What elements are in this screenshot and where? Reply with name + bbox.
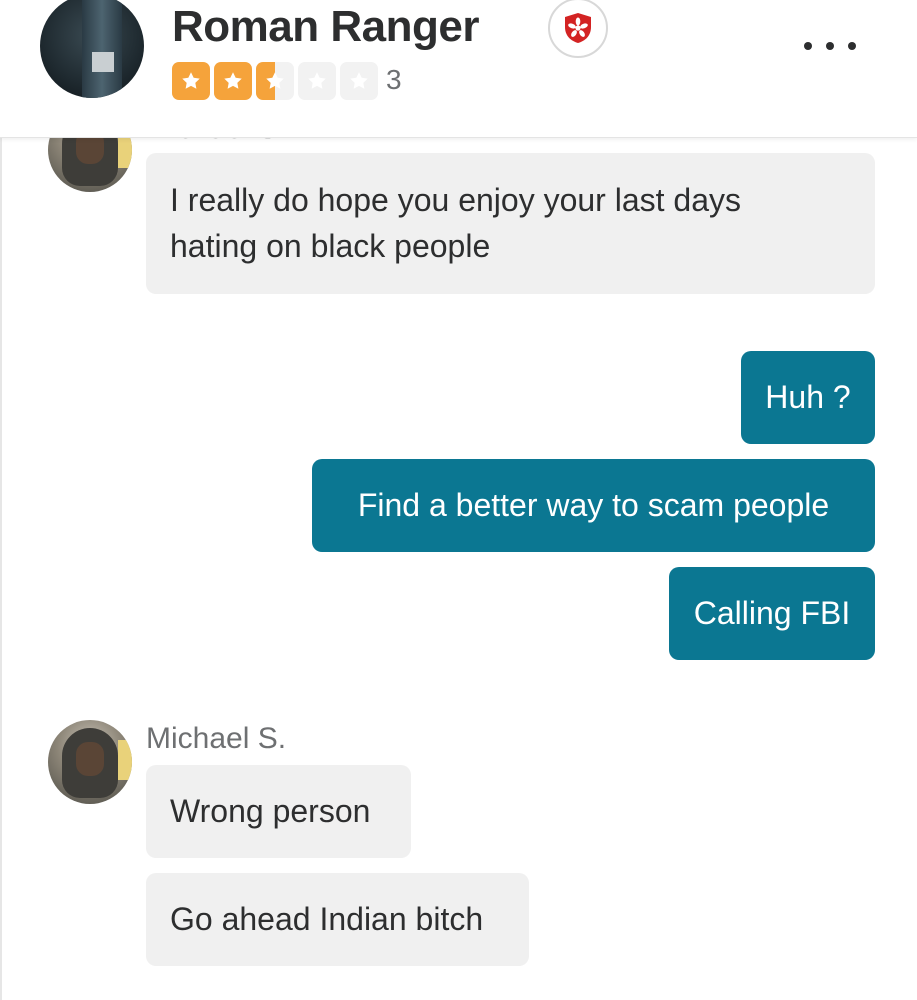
star-half-icon bbox=[256, 62, 294, 100]
message-text: Calling FBI bbox=[693, 595, 851, 631]
message-text: Huh ? bbox=[765, 379, 851, 415]
message-text: Find a better way to scam people bbox=[357, 487, 830, 523]
message-bubble-incoming[interactable]: Go ahead Indian bitch bbox=[146, 873, 529, 966]
avatar-photo-detail bbox=[82, 0, 122, 98]
yelp-burst-icon bbox=[548, 0, 608, 58]
card-edge bbox=[0, 0, 2, 1000]
more-horizontal-icon[interactable] bbox=[804, 26, 856, 66]
sender-name: Michael S. bbox=[146, 722, 287, 755]
message-text: I really do hope you enjoy your last day… bbox=[170, 182, 741, 218]
message-text: hating on black people bbox=[170, 228, 491, 264]
review-count[interactable]: 3 bbox=[386, 64, 402, 96]
star-empty-icon bbox=[340, 62, 378, 100]
message-bubble-outgoing[interactable]: Find a better way to scam people bbox=[312, 459, 875, 552]
avatar-photo-detail bbox=[92, 52, 114, 72]
star-empty-icon bbox=[298, 62, 336, 100]
yelp-burst-shape bbox=[565, 13, 591, 43]
message-text: Go ahead Indian bitch bbox=[170, 901, 484, 937]
sender-avatar[interactable] bbox=[48, 720, 132, 804]
business-avatar[interactable] bbox=[40, 0, 144, 98]
conversation-header: Roman Ranger 3 bbox=[0, 0, 917, 138]
message-bubble-incoming[interactable]: Wrong person bbox=[146, 765, 411, 858]
message-bubble-incoming[interactable]: I really do hope you enjoy your last day… bbox=[146, 153, 875, 294]
star-icon bbox=[214, 62, 252, 100]
message-text: Wrong person bbox=[170, 793, 371, 829]
message-bubble-outgoing[interactable]: Calling FBI bbox=[669, 567, 875, 660]
message-bubble-outgoing[interactable]: Huh ? bbox=[741, 351, 875, 444]
business-name[interactable]: Roman Ranger bbox=[172, 2, 479, 52]
star-icon bbox=[172, 62, 210, 100]
star-rating bbox=[172, 62, 378, 100]
